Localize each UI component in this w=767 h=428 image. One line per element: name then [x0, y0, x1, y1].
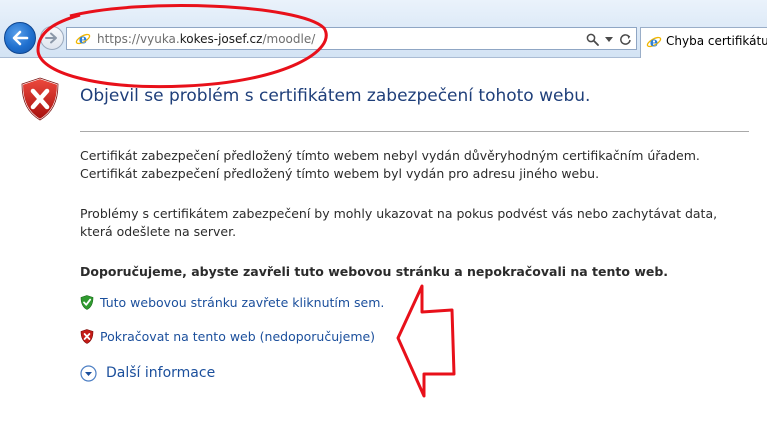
url-text[interactable]: https://vyuka.kokes-josef.cz/moodle/	[97, 32, 315, 46]
ie-logo-icon: e	[646, 35, 662, 50]
page-title: Objevil se problém s certifikátem zabezp…	[80, 86, 591, 106]
risk-explanation: Problémy s certifikátem zabezpečení by m…	[80, 205, 717, 241]
ie-logo-icon: e	[75, 32, 91, 47]
recommendation-text: Doporučujeme, abyste zavřeli tuto webovo…	[80, 264, 669, 279]
forward-arrow-icon	[45, 32, 57, 44]
chevron-down-circle-icon[interactable]	[80, 364, 97, 382]
refresh-icon[interactable]	[619, 33, 632, 46]
shield-x-icon	[20, 76, 60, 122]
more-info-toggle[interactable]: Další informace	[80, 364, 215, 382]
forward-button[interactable]	[40, 26, 64, 50]
address-bar[interactable]: e https://vyuka.kokes-josef.cz/moodle/	[66, 27, 637, 50]
close-page-link[interactable]: Tuto webovou stránku zavřete kliknutím s…	[100, 295, 384, 310]
back-arrow-icon	[12, 30, 29, 46]
divider	[80, 131, 749, 132]
continue-option[interactable]: Pokračovat na tento web (nedoporučujeme)	[80, 327, 375, 345]
url-suffix: /moodle/	[262, 32, 316, 46]
back-button[interactable]	[4, 22, 36, 54]
url-domain: kokes-josef.cz	[179, 32, 263, 46]
svg-text:e: e	[79, 32, 87, 47]
tab-title: Chyba certifikátu: N	[666, 34, 767, 48]
svg-text:e: e	[650, 35, 658, 50]
risk-line-2: která odešlete na server.	[80, 224, 237, 239]
explanation-line-2: Certifikát zabezpečení předložený tímto …	[80, 166, 600, 181]
search-icon[interactable]	[586, 33, 599, 46]
continue-link[interactable]: Pokračovat na tento web (nedoporučujeme)	[100, 329, 375, 344]
explanation-line-1: Certifikát zabezpečení předložený tímto …	[80, 148, 700, 163]
close-page-option[interactable]: Tuto webovou stránku zavřete kliknutím s…	[80, 293, 384, 311]
tab-certificate-error[interactable]: e Chyba certifikátu: N	[640, 27, 767, 58]
risk-line-1: Problémy s certifikátem zabezpečení by m…	[80, 206, 718, 221]
certificate-explanation: Certifikát zabezpečení předložený tímto …	[80, 147, 700, 183]
more-info-link[interactable]: Další informace	[106, 365, 215, 381]
url-prefix: https://vyuka.	[97, 32, 180, 46]
shield-check-icon	[80, 294, 94, 310]
shield-x-icon	[80, 328, 94, 344]
dropdown-arrow-icon[interactable]	[605, 36, 613, 42]
annotation-arrow	[396, 284, 456, 398]
address-bar-icons	[586, 31, 632, 47]
